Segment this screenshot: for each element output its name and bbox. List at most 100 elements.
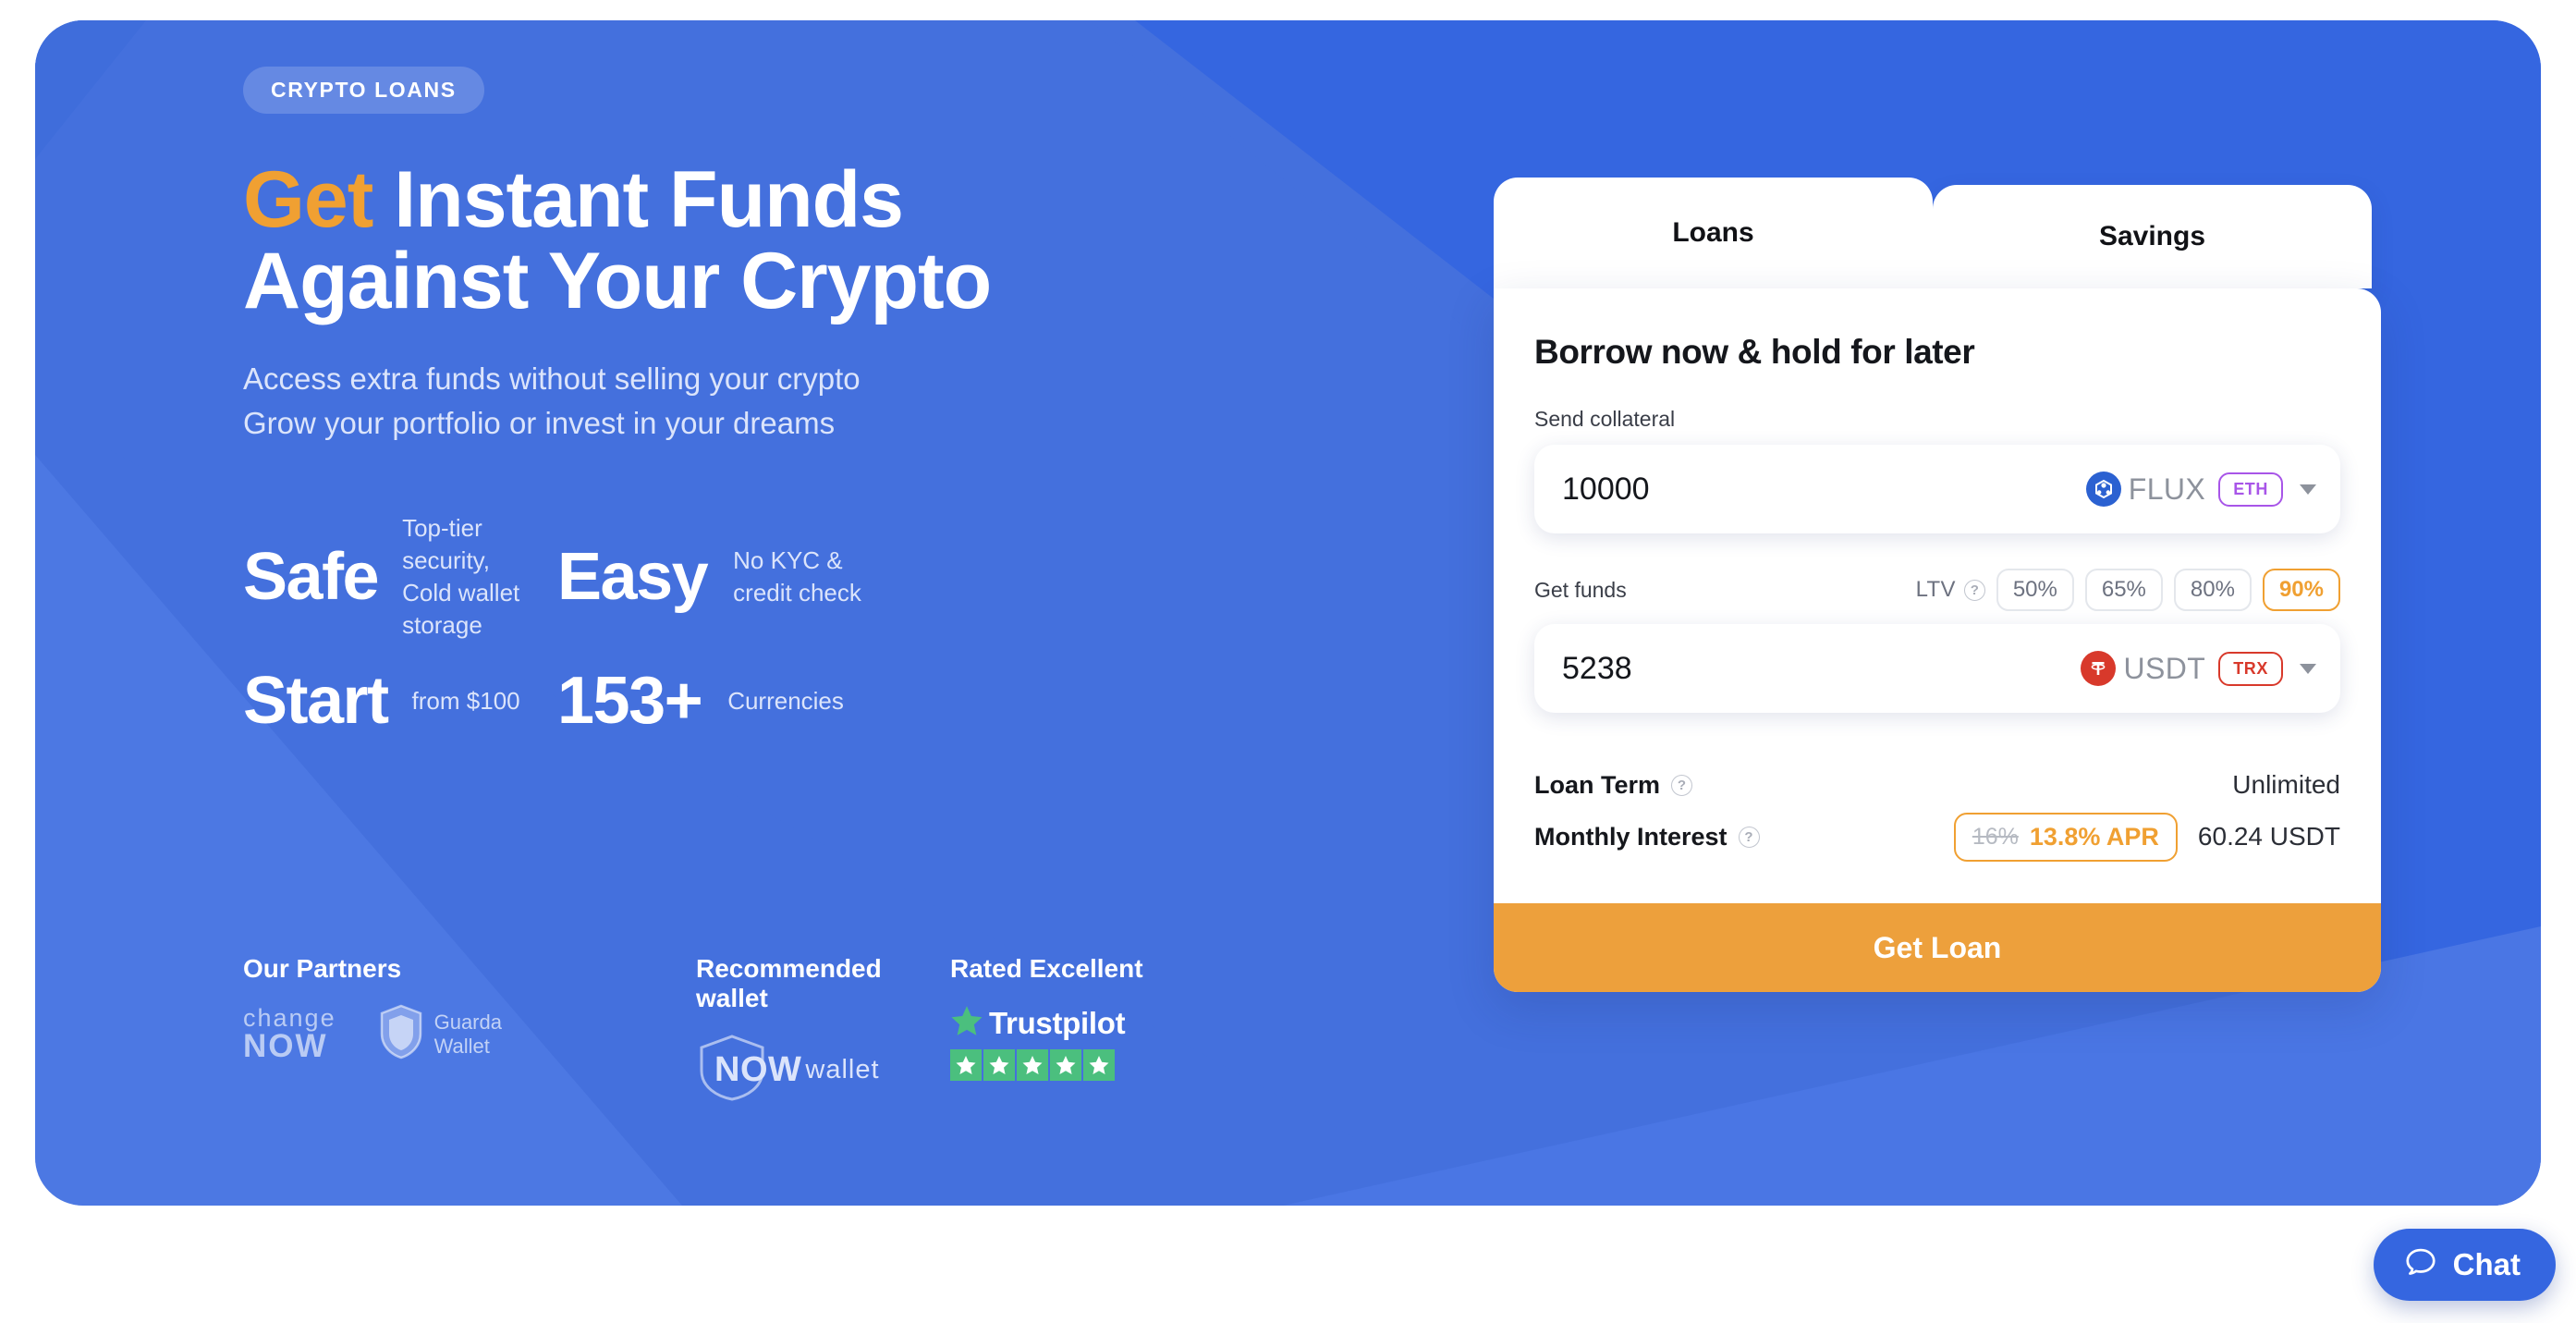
partners-column: Our Partners change NOW Guarda Wallet [243, 954, 696, 1064]
chevron-down-icon[interactable] [2300, 663, 2316, 674]
subtitle-line-1: Access extra funds without selling your … [243, 361, 861, 397]
collateral-asset-selector[interactable]: FLUX ETH [2085, 472, 2316, 507]
star-icon [950, 1049, 982, 1081]
eyebrow-badge: CRYPTO LOANS [243, 67, 484, 114]
shield-icon [379, 1004, 423, 1064]
funds-coin-name: USDT [2123, 651, 2206, 685]
collateral-network-badge: ETH [2218, 472, 2283, 507]
chat-bubble-icon [2403, 1245, 2438, 1285]
ltv-option-90[interactable]: 90% [2262, 569, 2340, 611]
collateral-coin-name: FLUX [2128, 472, 2206, 506]
monthly-interest-label: Monthly Interest [1534, 822, 1728, 851]
tab-loans[interactable]: Loans [1494, 178, 1933, 288]
ltv-selector: LTV ? 50% 65% 80% 90% [1916, 569, 2340, 611]
guarda-logo: Guarda Wallet [379, 1004, 502, 1064]
stat-easy: Easy No KYC & credit check [557, 512, 890, 642]
headline-rest: Instant Funds [372, 155, 904, 244]
star-icon [1017, 1049, 1048, 1081]
chevron-down-icon[interactable] [2300, 484, 2316, 495]
changenow-logo-line2: NOW [243, 1027, 328, 1064]
star-icon [950, 1004, 983, 1042]
ltv-option-65[interactable]: 65% [2084, 569, 2163, 611]
help-icon[interactable]: ? [1963, 579, 1985, 601]
stat-value: Easy [557, 539, 709, 614]
chat-label: Chat [2452, 1247, 2521, 1281]
widget-tabs: Savings Loans [1494, 178, 2381, 288]
flux-coin-icon [2085, 472, 2121, 507]
loan-term-row: Loan Term ? Unlimited [1534, 759, 2340, 811]
funds-header-row: Get funds LTV ? 50% 65% 80% 90% [1534, 569, 2340, 611]
loan-term-label-wrap: Loan Term ? [1534, 770, 1693, 800]
partner-logos: change NOW Guarda Wallet [243, 1004, 696, 1064]
ltv-label: LTV [1915, 577, 1956, 602]
collateral-input-row[interactable]: 10000 FLUX ETH [1534, 445, 2340, 533]
chat-button[interactable]: Chat [2373, 1229, 2556, 1301]
usdt-coin-icon [2081, 651, 2117, 686]
headline-line2: Against Your Crypto [243, 236, 992, 325]
subtitle-line-2: Grow your portfolio or invest in your dr… [243, 406, 836, 441]
help-icon[interactable]: ? [1671, 774, 1693, 796]
partners-title: Our Partners [243, 954, 402, 983]
nowwallet-suffix: wallet [805, 1055, 880, 1084]
funds-amount-input[interactable]: 5238 [1562, 651, 2081, 687]
monthly-interest-row: Monthly Interest ? 16% 13.8% APR 60.24 U… [1534, 811, 2340, 863]
loan-term-value: Unlimited [2232, 770, 2340, 799]
funds-label: Get funds [1534, 577, 1627, 602]
stats-grid: Safe Top-tier security, Cold wallet stor… [243, 512, 1334, 736]
hero-banner: CRYPTO LOANS Get Instant Funds Against Y… [35, 20, 2541, 1206]
nowwallet-logo: NOW wallet [696, 1034, 950, 1107]
ltv-option-50[interactable]: 50% [1996, 569, 2074, 611]
loan-terms: Loan Term ? Unlimited Monthly Interest ? [1534, 759, 2340, 863]
hero-left-column: CRYPTO LOANS Get Instant Funds Against Y… [243, 67, 1334, 736]
stat-value: Start [243, 663, 389, 738]
collateral-amount-input[interactable]: 10000 [1562, 472, 2086, 508]
guarda-line2: Wallet [433, 1034, 490, 1058]
loan-panel: Borrow now & hold for later Send collate… [1494, 288, 2381, 992]
changenow-logo-line1: change [243, 1004, 336, 1033]
help-icon[interactable]: ? [1738, 826, 1760, 848]
wallet-column: Recommended wallet NOW wallet [696, 954, 950, 1107]
trustpilot-name: Trustpilot [989, 1005, 1126, 1040]
funds-asset-selector[interactable]: USDT TRX [2081, 651, 2316, 686]
interest-rate-group: 16% 13.8% APR 60.24 USDT [1953, 812, 2340, 862]
headline-accent: Get [243, 155, 373, 244]
trustpilot-logo: Trustpilot [950, 1004, 1227, 1042]
stat-currencies: 153+ Currencies [557, 663, 890, 738]
ltv-option-80[interactable]: 80% [2173, 569, 2252, 611]
get-loan-button[interactable]: Get Loan [1494, 903, 2381, 992]
rating-title: Rated Excellent [950, 954, 1143, 983]
tab-loans-label: Loans [1672, 217, 1754, 248]
panel-title: Borrow now & hold for later [1534, 333, 1975, 371]
loan-widget: Savings Loans Borrow now & hold for late… [1494, 178, 2381, 992]
stat-start: Start from $100 [243, 663, 557, 738]
star-icon [1083, 1049, 1115, 1081]
collateral-label: Send collateral [1534, 407, 1676, 431]
stat-description: Currencies [727, 686, 844, 715]
interest-old-rate: 16% [1972, 823, 2019, 850]
interest-rate-badge: 16% 13.8% APR [1953, 812, 2178, 862]
stat-description: No KYC & credit check [733, 546, 861, 607]
guarda-logo-text: Guarda Wallet [434, 1011, 502, 1059]
stat-description: Top-tier security, Cold wallet storage [402, 514, 520, 640]
interest-amount: 60.24 USDT [2197, 822, 2340, 851]
trust-row: Our Partners change NOW Guarda Wallet Re… [243, 954, 1227, 1107]
changenow-logo: change NOW [243, 1004, 336, 1064]
star-icon [983, 1049, 1015, 1081]
loan-term-label: Loan Term [1534, 770, 1661, 799]
star-icon [1050, 1049, 1081, 1081]
funds-input-row[interactable]: 5238 USDT TRX [1534, 624, 2340, 713]
nowwallet-now: NOW [714, 1050, 802, 1089]
wallet-title: Recommended wallet [696, 954, 882, 1012]
funds-network-badge: TRX [2218, 651, 2283, 686]
stat-description: from $100 [411, 686, 520, 715]
stat-value: 153+ [557, 663, 703, 738]
interest-new-rate: 13.8% APR [2029, 822, 2159, 851]
tab-savings[interactable]: Savings [1933, 185, 2372, 288]
monthly-interest-label-wrap: Monthly Interest ? [1534, 823, 1760, 851]
get-loan-label: Get Loan [1873, 930, 2002, 964]
guarda-line1: Guarda [433, 1010, 502, 1034]
stat-safe: Safe Top-tier security, Cold wallet stor… [243, 512, 557, 642]
rating-column: Rated Excellent Trustpilot [950, 954, 1227, 1081]
stat-value: Safe [243, 539, 380, 614]
tab-savings-label: Savings [2098, 221, 2206, 251]
